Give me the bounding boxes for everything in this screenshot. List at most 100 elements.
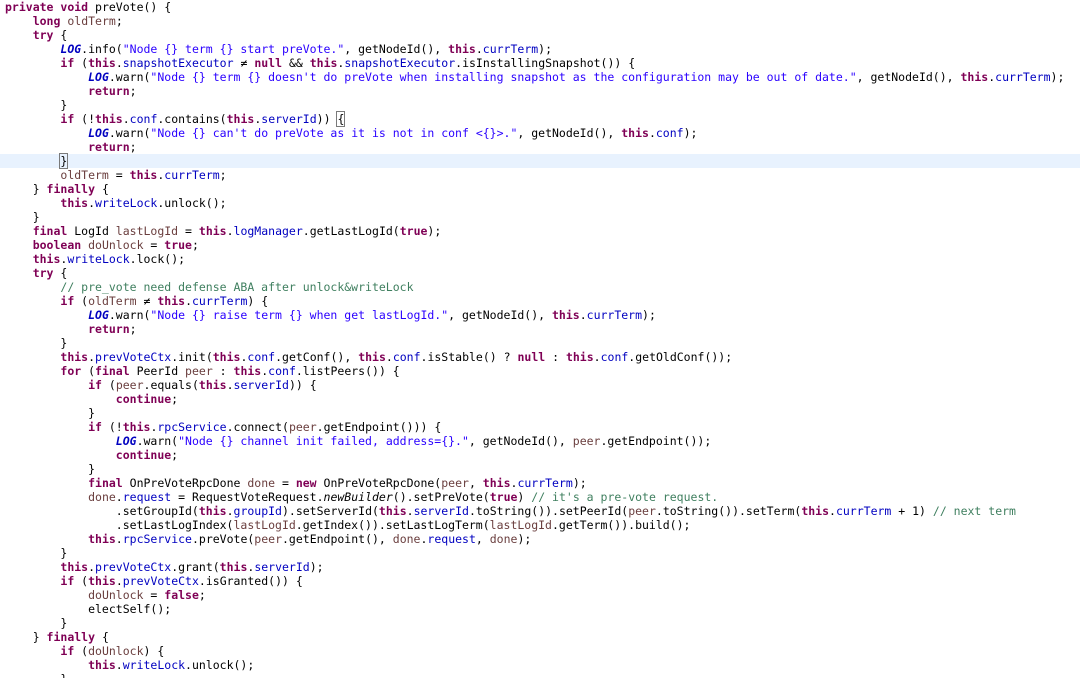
code-editor[interactable]: private void preVote() { long oldTerm; t… [0, 0, 1080, 678]
comment: // it's a pre-vote request. [531, 490, 719, 504]
keyword: final [88, 476, 123, 490]
code-line[interactable]: this.prevVoteCtx.init(this.conf.getConf(… [0, 350, 1080, 364]
field: currTerm [192, 294, 248, 308]
code-line[interactable]: continue; [0, 392, 1080, 406]
keyword: this [198, 504, 227, 518]
code-line[interactable]: this.prevVoteCtx.grant(this.serverId); [0, 560, 1080, 574]
code-line[interactable]: // pre_vote need defense ABA after unloc… [0, 280, 1080, 294]
code-line[interactable]: doUnlock = false; [0, 588, 1080, 602]
local-variable: peer [288, 420, 317, 434]
code-line[interactable]: this.writeLock.unlock(); [0, 196, 1080, 210]
code-line[interactable]: if (this.snapshotExecutor ≠ null && this… [0, 56, 1080, 70]
code-line[interactable]: LOG.warn("Node {} channel init failed, a… [0, 434, 1080, 448]
code-line[interactable]: if (!this.conf.contains(this.serverId)) … [0, 111, 1080, 127]
field: conf [600, 350, 629, 364]
code-line[interactable]: if (oldTerm ≠ this.currTerm) { [0, 294, 1080, 308]
code-text: . [115, 574, 123, 588]
code-line[interactable]: LOG.warn("Node {} can't do preVote as it… [0, 126, 1080, 140]
code-line[interactable]: this.writeLock.lock(); [0, 252, 1080, 266]
code-line[interactable]: try { [0, 266, 1080, 280]
code-line[interactable]: if (!this.rpcService.connect(peer.getEnd… [0, 420, 1080, 434]
code-line[interactable]: done.request = RequestVoteRequest.newBui… [0, 490, 1080, 504]
code-line[interactable]: continue; [0, 448, 1080, 462]
code-line[interactable]: } [0, 462, 1080, 476]
code-line[interactable]: } finally { [0, 182, 1080, 196]
code-text: } [5, 672, 67, 678]
code-line[interactable]: LOG.warn("Node {} raise term {} when get… [0, 308, 1080, 322]
code-line[interactable]: .setLastLogIndex(lastLogId.getIndex()).s… [0, 518, 1080, 532]
code-line[interactable]: } [0, 672, 1080, 678]
keyword: this [32, 252, 61, 266]
keyword: true [489, 490, 518, 504]
code-text: .warn( [108, 70, 151, 84]
code-line[interactable]: oldTerm = this.currTerm; [0, 168, 1080, 182]
code-line[interactable]: LOG.warn("Node {} term {} doesn't do pre… [0, 70, 1080, 84]
field: currTerm [835, 504, 892, 518]
code-text: .warn( [136, 434, 179, 448]
string-literal: "Node {} raise term {} when get lastLogI… [150, 308, 449, 322]
code-line[interactable]: final LogId lastLogId = this.logManager.… [0, 224, 1080, 238]
code-line[interactable]: LOG.info("Node {} term {} start preVote.… [0, 42, 1080, 56]
code-line[interactable]: } finally { [0, 630, 1080, 644]
code-line[interactable]: return; [0, 140, 1080, 154]
code-line[interactable]: for (final PeerId peer : this.conf.listP… [0, 364, 1080, 378]
code-text: ; [171, 448, 179, 462]
code-line[interactable]: final OnPreVoteRpcDone done = new OnPreV… [0, 476, 1080, 490]
code-line[interactable]: } [0, 153, 1080, 169]
static-field: LOG [88, 308, 109, 322]
code-text: ); [642, 308, 656, 322]
code-line[interactable]: this.rpcService.preVote(peer.getEndpoint… [0, 532, 1080, 546]
keyword: finally [46, 182, 96, 196]
code-text: = [108, 168, 130, 182]
local-variable: peer [628, 504, 656, 518]
code-line[interactable]: } [0, 546, 1080, 560]
code-line[interactable]: } [0, 336, 1080, 350]
code-line[interactable]: boolean doUnlock = true; [0, 238, 1080, 252]
keyword: this [621, 126, 649, 140]
static-field: LOG [88, 126, 109, 140]
code-line[interactable]: if (doUnlock) { [0, 644, 1080, 658]
code-line[interactable]: if (this.prevVoteCtx.isGranted()) { [0, 574, 1080, 588]
code-line[interactable]: } [0, 210, 1080, 224]
code-text: .equals( [143, 378, 199, 392]
code-text: .getEndpoint()); [600, 434, 712, 448]
code-line[interactable]: return; [0, 84, 1080, 98]
code-line[interactable]: return; [0, 322, 1080, 336]
code-line[interactable]: private void preVote() { [0, 0, 1080, 14]
string-literal: "Node {} term {} start preVote." [122, 42, 345, 56]
code-line[interactable]: if (peer.equals(this.serverId)) { [0, 378, 1080, 392]
code-text: . [88, 560, 96, 574]
code-line[interactable]: .setGroupId(this.groupId).setServerId(th… [0, 504, 1080, 518]
keyword: this [88, 532, 116, 546]
code-text: .getIndex()).setLastLogTerm( [295, 518, 490, 532]
code-line[interactable]: } [0, 98, 1080, 112]
local-variable: lastLogId [233, 518, 296, 532]
code-line[interactable]: this.writeLock.unlock(); [0, 658, 1080, 672]
code-text: = [143, 238, 165, 252]
code-text: } [5, 182, 47, 196]
matching-bracket: { [336, 111, 346, 127]
code-line[interactable]: long oldTerm; [0, 14, 1080, 28]
keyword: this [552, 308, 580, 322]
code-line[interactable]: } [0, 616, 1080, 630]
local-variable: oldTerm [60, 168, 109, 182]
code-line[interactable]: electSelf(); [0, 602, 1080, 616]
code-text: . [122, 112, 130, 126]
code-text: (! [74, 112, 96, 126]
code-text: { [53, 28, 68, 42]
code-text: ; [129, 140, 137, 154]
code-line[interactable]: } [0, 406, 1080, 420]
code-line[interactable]: try { [0, 28, 1080, 42]
keyword: private [5, 0, 54, 14]
code-text: .toString()).setTerm( [655, 504, 802, 518]
